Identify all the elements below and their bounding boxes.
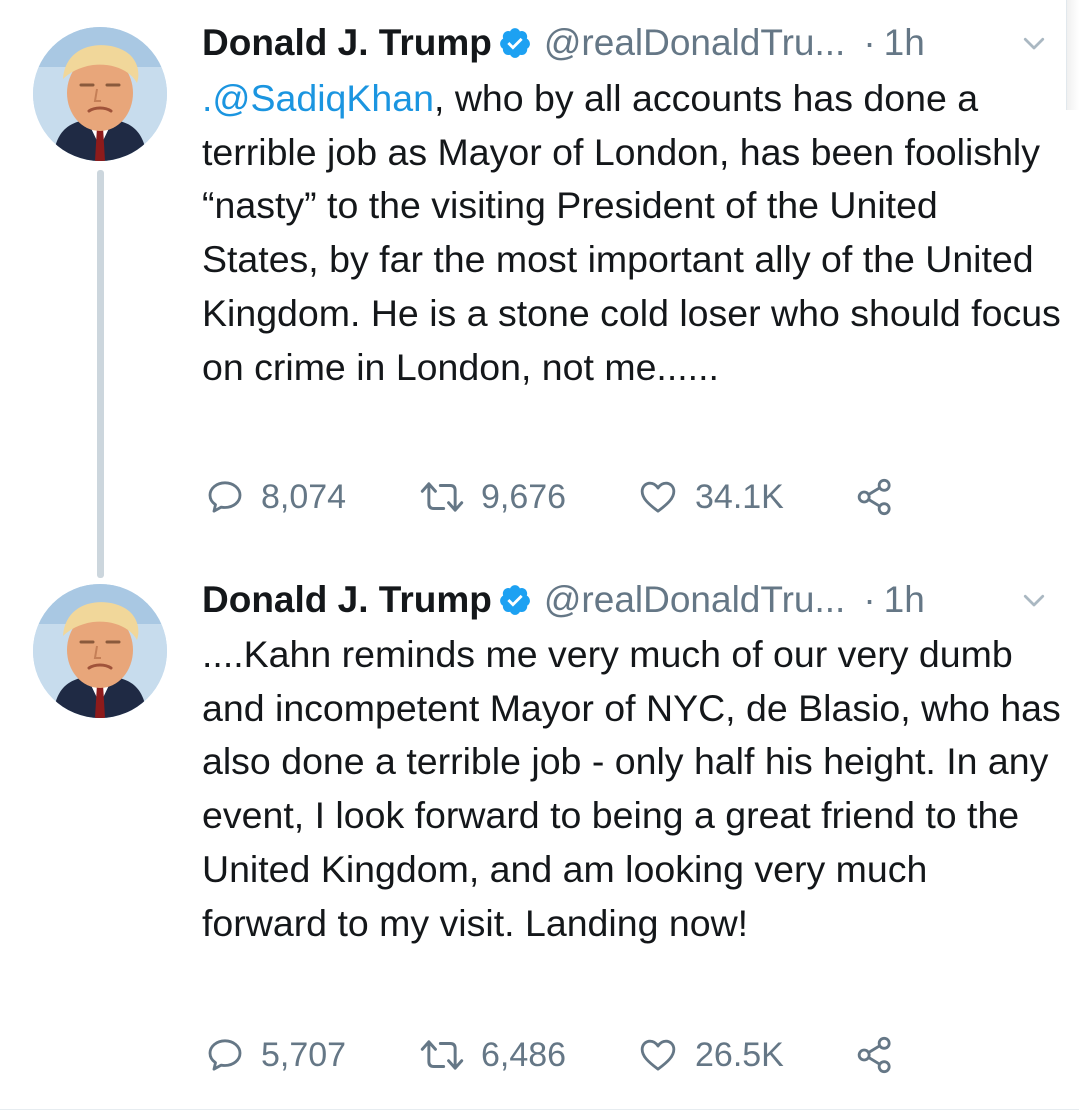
reply-bubble-icon xyxy=(208,1039,242,1071)
display-name[interactable]: Donald J. Trump xyxy=(202,579,492,621)
like-button[interactable]: 34.1K xyxy=(637,472,784,522)
share-nodes-icon xyxy=(857,1036,891,1074)
display-name[interactable]: Donald J. Trump xyxy=(202,22,492,64)
tweet-text: .@SadiqKhan, who by all accounts has don… xyxy=(202,72,1062,394)
separator-dot: · xyxy=(863,579,876,620)
profile-photo xyxy=(33,584,167,718)
profile-photo xyxy=(33,27,167,161)
retweet-arrows-icon xyxy=(420,1040,464,1070)
verified-badge-icon xyxy=(498,583,532,617)
retweet-count: 6,486 xyxy=(481,1035,567,1074)
tweet-1[interactable]: Donald J. Trump @realDonaldTru... · 1h .… xyxy=(0,0,1079,578)
chevron-down-icon[interactable] xyxy=(1019,28,1049,58)
user-handle[interactable]: @realDonaldTru... xyxy=(544,579,845,621)
share-nodes-icon xyxy=(857,478,891,516)
tweet-header: Donald J. Trump @realDonaldTru... · 1h xyxy=(202,18,1049,68)
retweet-button[interactable]: 9,676 xyxy=(419,472,566,522)
tweet-2[interactable]: Donald J. Trump @realDonaldTru... · 1h .… xyxy=(0,578,1079,1110)
share-button[interactable] xyxy=(855,472,911,522)
heart-icon xyxy=(640,1039,676,1071)
retweet-button[interactable]: 6,486 xyxy=(419,1030,566,1080)
timestamp[interactable]: 1h xyxy=(884,579,925,621)
like-count: 34.1K xyxy=(695,477,784,516)
retweet-arrows-icon xyxy=(420,482,464,512)
chevron-down-icon[interactable] xyxy=(1019,585,1049,615)
tweet-actions: 8,074 9,676 34.1K xyxy=(205,472,925,522)
user-handle[interactable]: @realDonaldTru... xyxy=(544,22,845,64)
reply-count: 8,074 xyxy=(261,477,347,516)
reply-bubble-icon xyxy=(208,481,242,513)
share-button[interactable] xyxy=(855,1030,911,1080)
verified-badge-icon xyxy=(498,26,532,60)
tweet-text-content: , who by all accounts has done a terribl… xyxy=(202,77,1061,388)
timestamp[interactable]: 1h xyxy=(884,22,925,64)
reply-button[interactable]: 5,707 xyxy=(205,1030,346,1080)
thread-connector-line xyxy=(97,170,104,578)
retweet-count: 9,676 xyxy=(481,477,567,516)
avatar[interactable] xyxy=(33,27,167,161)
avatar[interactable] xyxy=(33,584,167,718)
like-count: 26.5K xyxy=(695,1035,784,1074)
reply-button[interactable]: 8,074 xyxy=(205,472,346,522)
like-button[interactable]: 26.5K xyxy=(637,1030,784,1080)
mention-link[interactable]: .@SadiqKhan xyxy=(202,77,434,119)
tweet-actions: 5,707 6,486 26.5K xyxy=(205,1030,925,1080)
heart-icon xyxy=(640,481,676,513)
separator-dot: · xyxy=(863,22,876,63)
tweet-header: Donald J. Trump @realDonaldTru... · 1h xyxy=(202,575,1049,625)
tweet-text: ....Kahn reminds me very much of our ver… xyxy=(202,633,1061,944)
reply-count: 5,707 xyxy=(261,1035,347,1074)
